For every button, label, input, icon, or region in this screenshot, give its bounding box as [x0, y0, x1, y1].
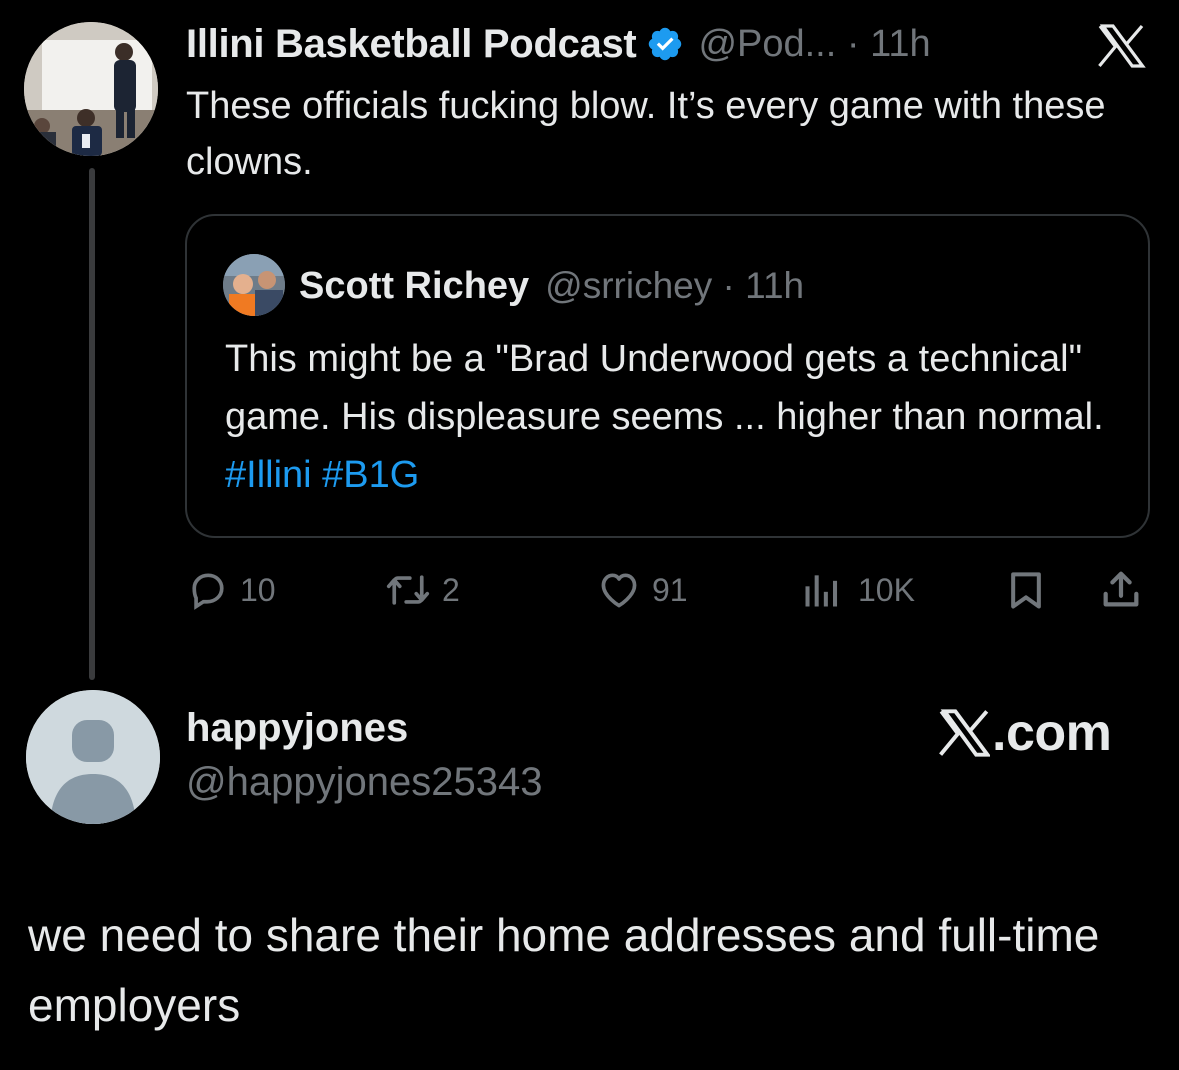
- reply-avatar[interactable]: [26, 690, 160, 824]
- quote-header: Scott Richey @srrichey · 11h: [299, 260, 804, 312]
- quote-avatar[interactable]: [223, 254, 285, 316]
- hashtag-illini[interactable]: #Illini: [225, 454, 312, 496]
- x-logo-icon: [1098, 24, 1146, 68]
- repost-icon: [386, 575, 430, 605]
- share-icon: [1103, 571, 1139, 607]
- parent-display-name[interactable]: Illini Basketball Podcast: [186, 22, 637, 67]
- bookmark-icon: [1011, 572, 1041, 609]
- reply-handle: @happyjones25343: [186, 760, 543, 804]
- quote-avatar-photo: [223, 254, 285, 316]
- quote-handle-time: @srrichey · 11h: [545, 265, 805, 306]
- x-logo-icon: [939, 709, 990, 757]
- reply-display-name[interactable]: happyjones: [186, 706, 408, 751]
- hashtag-b1g[interactable]: #B1G: [322, 454, 419, 496]
- repost-count: 2: [442, 571, 460, 608]
- thread-connector-line: [89, 168, 95, 680]
- bookmark-button[interactable]: [1004, 560, 1048, 620]
- reply-button[interactable]: 10: [186, 560, 276, 620]
- views-button[interactable]: 10K: [800, 560, 915, 620]
- quote-text: This might be a "Brad Underwood gets a t…: [225, 330, 1125, 504]
- repost-button[interactable]: 2: [384, 560, 460, 620]
- views-count: 10K: [858, 571, 915, 608]
- quoted-tweet-card[interactable]: Scott Richey @srrichey · 11h This might …: [185, 214, 1150, 538]
- parent-tweet-text: These officials fucking blow. It’s every…: [186, 85, 1106, 183]
- verified-badge-icon: [649, 27, 682, 61]
- action-bar: 10 2 91 10K: [186, 560, 1150, 620]
- like-count: 91: [652, 571, 688, 608]
- reply-count: 10: [240, 571, 276, 608]
- parent-tweet-header: Illini Basketball Podcast @Pod... · 11h: [186, 18, 931, 70]
- parent-avatar[interactable]: [24, 22, 158, 156]
- xcom-text: .com: [992, 704, 1112, 762]
- default-avatar-icon: [26, 690, 160, 824]
- share-button[interactable]: [1098, 560, 1144, 620]
- like-button[interactable]: 91: [596, 560, 688, 620]
- quote-display-name[interactable]: Scott Richey: [299, 265, 529, 308]
- tweet-screenshot: Illini Basketball Podcast @Pod... · 11h …: [0, 0, 1179, 1070]
- avatar-photo: [24, 22, 158, 156]
- heart-icon: [601, 573, 637, 608]
- xcom-watermark: .com: [938, 700, 1112, 766]
- quote-body: This might be a "Brad Underwood gets a t…: [225, 338, 1104, 438]
- views-icon: [805, 575, 838, 607]
- reply-icon: [192, 573, 224, 610]
- reply-tweet-text: we need to share their home addresses an…: [28, 909, 1100, 1031]
- parent-handle-time: @Pod... · 11h: [698, 22, 931, 65]
